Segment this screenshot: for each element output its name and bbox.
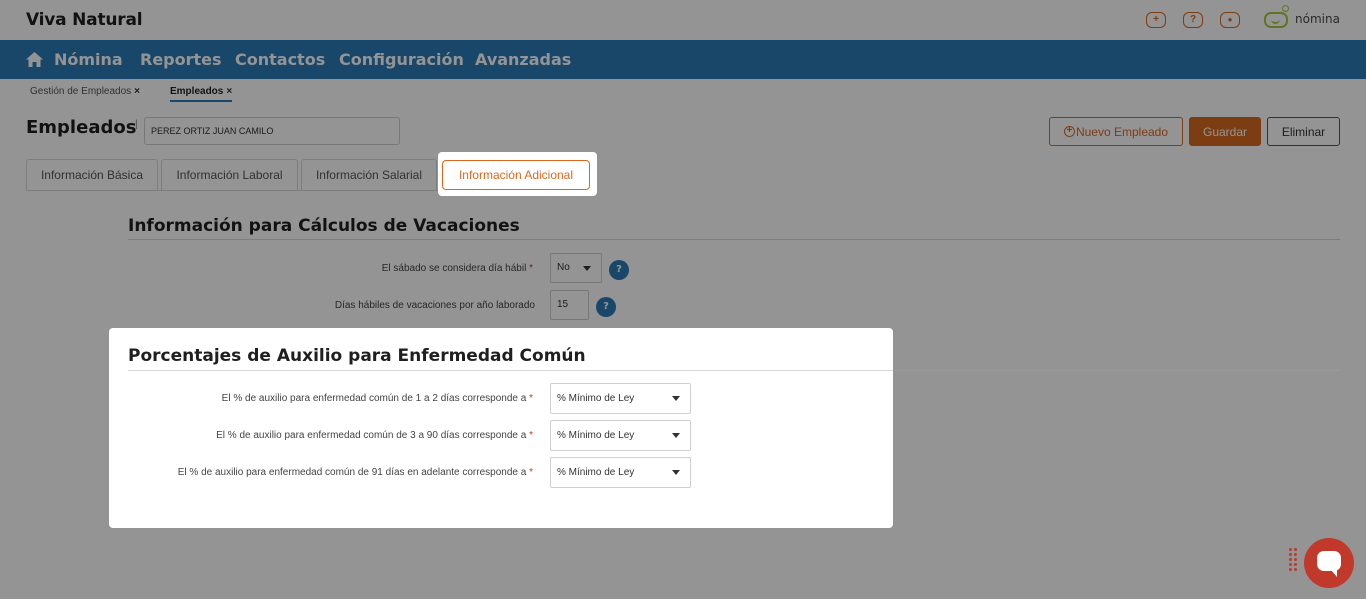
caret-down-icon <box>672 470 680 475</box>
auxilio-91-select[interactable]: % Mínimo de Ley <box>550 457 691 488</box>
auxilio-divider <box>128 370 893 371</box>
auxilio-1-2-select[interactable]: % Mínimo de Ley <box>550 383 691 414</box>
required-mark: * <box>529 393 533 404</box>
auxilio-3-90-label-text: El % de auxilio para enfermedad común de… <box>216 430 527 441</box>
auxilio-3-90-label: El % de auxilio para enfermedad común de… <box>216 430 533 441</box>
auxilio-1-2-label: El % de auxilio para enfermedad común de… <box>222 393 533 404</box>
required-mark: * <box>529 467 533 478</box>
highlighted-tab-frame: Información Adicional <box>438 152 597 196</box>
chat-button[interactable] <box>1304 538 1354 588</box>
auxilio-3-90-value: % Mínimo de Ley <box>557 430 635 441</box>
required-mark: * <box>529 430 533 441</box>
auxilio-91-label-text: El % de auxilio para enfermedad común de… <box>177 467 527 478</box>
auxilio-91-label: El % de auxilio para enfermedad común de… <box>178 467 533 478</box>
chat-bubble-icon <box>1317 551 1341 577</box>
auxilio-3-90-select[interactable]: % Mínimo de Ley <box>550 420 691 451</box>
auxilio-91-value: % Mínimo de Ley <box>557 467 635 478</box>
caret-down-icon <box>672 396 680 401</box>
auxilio-divider-dimmed <box>893 370 1340 371</box>
tab-informacion-adicional[interactable]: Información Adicional <box>442 160 590 190</box>
auxilio-1-2-value: % Mínimo de Ley <box>557 393 635 404</box>
auxilio-section-title: Porcentajes de Auxilio para Enfermedad C… <box>128 346 586 366</box>
chat-drag-handle[interactable] <box>1289 548 1299 574</box>
auxilio-1-2-label-text: El % de auxilio para enfermedad común de… <box>221 393 527 404</box>
caret-down-icon <box>672 433 680 438</box>
